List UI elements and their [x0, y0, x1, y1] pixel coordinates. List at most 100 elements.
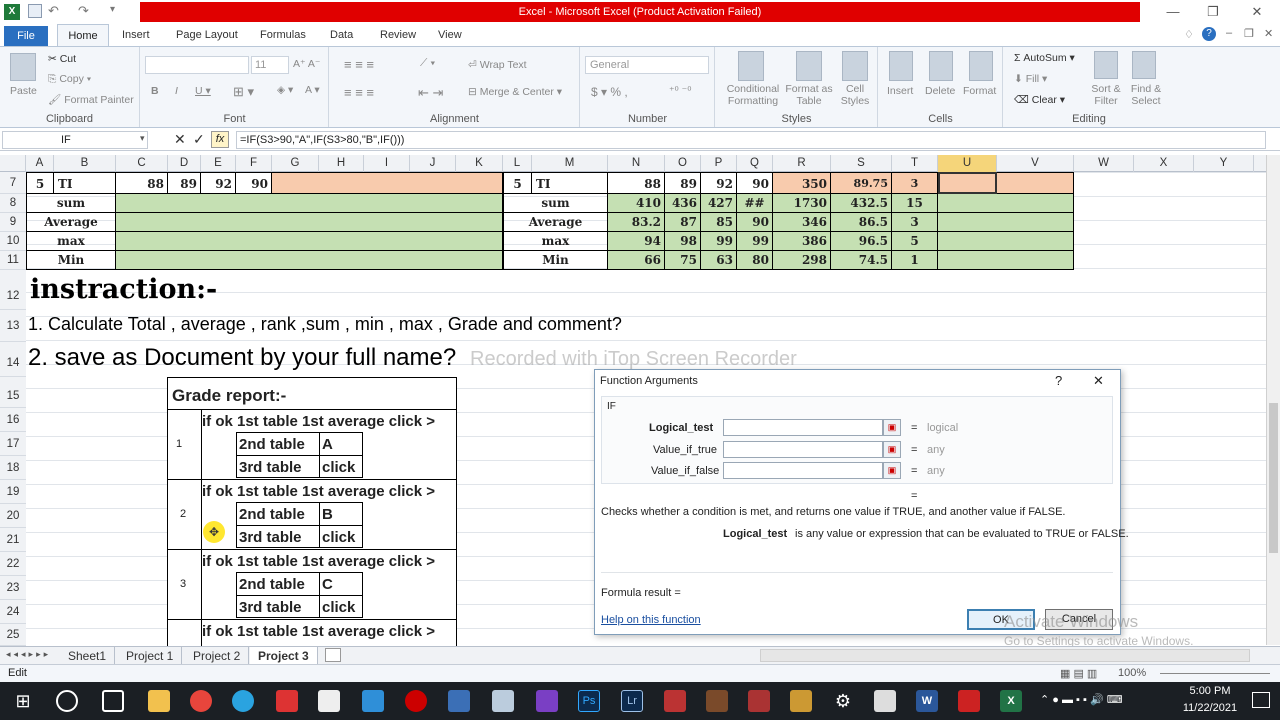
column-header[interactable]: T [892, 155, 938, 172]
wb-restore-icon[interactable]: ❐ [1244, 27, 1254, 40]
cell[interactable]: 74.5 [831, 251, 892, 270]
cell[interactable]: 5 [26, 172, 54, 194]
row-header[interactable]: 23 [0, 576, 26, 600]
align-top-icon[interactable]: ≡ ≡ ≡ [344, 57, 374, 72]
windows-start-icon[interactable]: ⊞ [12, 690, 34, 712]
wb-minimize-icon[interactable]: – [1226, 27, 1232, 39]
cell[interactable]: Average [26, 213, 116, 232]
cell[interactable]: 89.75 [831, 172, 892, 194]
file-explorer-icon[interactable] [148, 690, 170, 712]
cell[interactable]: 427 [701, 194, 737, 213]
task-view-icon[interactable] [102, 690, 124, 712]
zoom-slider[interactable] [1160, 673, 1270, 674]
column-header[interactable]: C [116, 155, 168, 172]
cell[interactable]: 410 [608, 194, 665, 213]
currency-icon[interactable]: $ ▾ % , [591, 85, 628, 99]
tab-page-layout[interactable]: Page Layout [166, 24, 248, 46]
scroll-thumb[interactable] [1269, 403, 1278, 553]
wb-close-icon[interactable]: ✕ [1264, 27, 1273, 40]
cell[interactable]: 5 [892, 232, 938, 251]
tab-home[interactable]: Home [57, 24, 109, 47]
cell[interactable]: 63 [701, 251, 737, 270]
paste-button[interactable]: Paste [10, 85, 37, 97]
autosum-button[interactable]: Σ AutoSum ▾ [1014, 52, 1075, 64]
conditional-formatting-button[interactable]: Conditional Formatting [720, 83, 786, 107]
cell[interactable]: 75 [665, 251, 701, 270]
minimize-button[interactable]: — [1160, 3, 1186, 21]
font-name-select[interactable] [145, 56, 249, 74]
cut-button[interactable]: ✂ Cut [48, 53, 76, 65]
row-header[interactable]: 22 [0, 552, 26, 576]
orientation-icon[interactable]: ⟋ ▾ [420, 57, 435, 70]
cell[interactable]: 15 [892, 194, 938, 213]
game-icon[interactable] [664, 690, 686, 712]
cell[interactable]: 3 [892, 172, 938, 194]
tab-data[interactable]: Data [320, 24, 363, 46]
sort-filter-button[interactable]: Sort & Filter [1086, 83, 1126, 107]
function-arguments-dialog[interactable]: Function Arguments ? ✕ IF Logical_test ▣… [594, 369, 1129, 635]
cell[interactable]: 1730 [773, 194, 831, 213]
search-icon[interactable] [56, 690, 78, 712]
tab-insert[interactable]: Insert [112, 24, 160, 46]
help-on-function-link[interactable]: Help on this function [601, 614, 701, 626]
cell[interactable]: 99 [701, 232, 737, 251]
cell[interactable]: 86.5 [831, 213, 892, 232]
font-grow-icon[interactable]: A⁺ A⁻ [293, 58, 320, 70]
font-size-select[interactable]: 11 [251, 56, 289, 74]
cell[interactable]: 432.5 [831, 194, 892, 213]
cell[interactable]: 87 [665, 213, 701, 232]
column-header[interactable]: W [1074, 155, 1134, 172]
row-header[interactable]: 19 [0, 480, 26, 504]
column-header[interactable]: H [319, 155, 364, 172]
align-left-icon[interactable]: ≡ ≡ ≡ [344, 85, 374, 100]
row-header[interactable]: 10 [0, 232, 26, 251]
cell[interactable]: 298 [773, 251, 831, 270]
column-header[interactable]: J [410, 155, 456, 172]
cell[interactable]: max [26, 232, 116, 251]
column-header[interactable]: F [236, 155, 272, 172]
name-box-dropdown-icon[interactable]: ▾ [140, 133, 145, 144]
cell[interactable]: 3 [892, 213, 938, 232]
format-as-table-button[interactable]: Format as Table [782, 83, 836, 107]
excel-taskbar-icon[interactable]: X [1000, 690, 1022, 712]
row-header[interactable]: 12 [0, 270, 26, 310]
cell[interactable]: 94 [608, 232, 665, 251]
column-header[interactable]: B [54, 155, 116, 172]
number-format-select[interactable]: General [585, 56, 709, 74]
tab-view[interactable]: View [428, 24, 472, 46]
dialog-help-button[interactable]: ? [1055, 373, 1062, 388]
green-range[interactable] [938, 213, 1074, 232]
cell[interactable]: 92 [201, 172, 236, 194]
formula-input[interactable]: =IF(S3>90,"A",IF(S3>80,"B",IF())) [236, 131, 1266, 149]
find-select-icon[interactable] [1132, 51, 1156, 79]
new-sheet-icon[interactable] [325, 648, 341, 662]
range-select-icon[interactable]: ▣ [883, 462, 901, 479]
view-buttons-icon[interactable]: ▦ ▤ ▥ [1060, 667, 1097, 680]
record-icon[interactable] [405, 690, 427, 712]
green-range[interactable] [116, 213, 503, 232]
column-header-active[interactable]: U [938, 155, 997, 172]
row-header[interactable]: 17 [0, 432, 26, 456]
row-header[interactable]: 14 [0, 342, 26, 377]
tab-formulas[interactable]: Formulas [250, 24, 316, 46]
peach-range[interactable] [272, 172, 503, 194]
cell[interactable]: 90 [737, 213, 773, 232]
grade-report-table[interactable]: Grade report:- if ok 1st table 1st avera… [167, 377, 457, 647]
cancel-formula-icon[interactable]: ✕ [174, 131, 186, 148]
cell[interactable] [997, 172, 1074, 194]
settings-gear-icon[interactable]: ⚙ [832, 690, 854, 712]
cell[interactable]: 346 [773, 213, 831, 232]
lightroom-icon[interactable]: Lr [621, 690, 643, 712]
cell[interactable]: 436 [665, 194, 701, 213]
game-icon[interactable] [706, 690, 728, 712]
delete-cells-button[interactable]: Delete [925, 85, 955, 97]
merge-center-button[interactable]: ⊟ Merge & Center ▾ [468, 86, 562, 98]
insert-function-icon[interactable]: fx [211, 131, 229, 148]
column-header[interactable]: E [201, 155, 236, 172]
app-icon[interactable] [492, 690, 514, 712]
photoshop-icon[interactable]: Ps [578, 690, 600, 712]
row-header[interactable]: 13 [0, 310, 26, 342]
format-cells-button[interactable]: Format [963, 85, 996, 97]
cell[interactable]: 90 [236, 172, 272, 194]
cell[interactable]: 80 [737, 251, 773, 270]
